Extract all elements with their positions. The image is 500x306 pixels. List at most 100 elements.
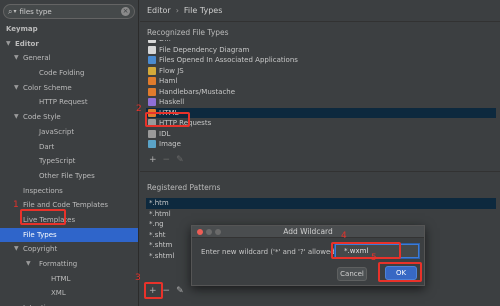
expand-arrow-icon[interactable]: ▼ [14,81,19,96]
tree-item-label: Editor [15,39,39,48]
tree-item-label: Code Folding [39,69,85,78]
file-type-label: Handlebars/Mustache [159,87,236,96]
annotation-box-add [144,282,163,299]
file-type-item[interactable]: HTML [146,107,496,118]
settings-search-field[interactable]: ⌕ ▾ files type × [3,4,135,19]
recognized-file-types-title: Recognized File Types [147,28,229,37]
tree-item-label: General [23,54,51,63]
tree-item-label: Keymap [6,25,38,33]
breadcrumb: Editor › File Types [140,0,500,22]
wildcard-label: Enter new wildcard ('*' and '?' allowed)… [201,248,340,256]
cancel-button[interactable]: Cancel [337,267,367,281]
tree-item[interactable]: Inspections [0,184,138,199]
close-window-icon[interactable] [197,229,203,235]
annotation-number: 4 [341,231,347,241]
tree-item-label: XML [51,289,66,298]
file-type-label: Flow JS [159,66,184,75]
file-type-label: Haskell [159,98,185,106]
file-type-label: Image [159,140,181,148]
tree-item-label: JavaScript [39,127,75,136]
tree-item[interactable]: TypeScript [0,154,138,169]
annotation-number: 5 [371,253,377,263]
tree-item-label: Intentions [23,301,58,306]
file-type-icon [148,140,156,149]
file-type-item[interactable]: IDL [146,129,496,140]
tree-item[interactable]: ▼ Color Scheme [0,81,138,96]
tree-item[interactable]: ▼ Copyright [0,242,138,257]
tree-item[interactable]: XML [0,286,138,301]
file-type-icon [148,56,156,65]
tree-item-label: File Types [23,230,57,239]
annotation-box-html [145,112,190,127]
tree-item[interactable]: Other File Types [0,169,138,184]
annotation-box-wildcard [331,242,401,259]
expand-arrow-icon[interactable]: ▼ [14,51,19,66]
file-type-item[interactable]: Haml [146,76,496,87]
tree-item[interactable]: ▼ Formatting [0,257,138,272]
breadcrumb-separator: › [175,6,179,15]
add-file-type-button[interactable]: + [149,155,157,165]
annotation-number: 2 [136,104,142,114]
breadcrumb-parent[interactable]: Editor [147,6,171,15]
annotation-number: 1 [13,200,19,210]
file-type-label: Haml [159,77,178,85]
tree-item[interactable]: Keymap [0,22,138,37]
tree-item-label: Code Style [23,113,61,122]
minimize-window-icon [206,229,212,235]
recognized-file-types-list[interactable]: DiffFile Dependency DiagramFiles Opened … [146,40,496,153]
file-type-icon [148,77,156,86]
tree-item[interactable]: Intentions [0,301,138,306]
search-dropdown-icon[interactable]: ▾ [13,8,16,15]
tree-item[interactable]: ▼ General [0,51,138,66]
tree-item-label: HTTP Request [39,98,88,107]
tree-item-label: Other File Types [39,171,95,180]
tree-item-label: HTML [51,274,71,283]
search-icon: ⌕ [8,6,13,16]
section-divider [140,171,500,172]
expand-arrow-icon[interactable]: ▼ [26,257,31,272]
tree-item-label: Dart [39,142,55,151]
file-type-icon [148,87,156,96]
expand-arrow-icon[interactable]: ▼ [14,110,19,125]
tree-item[interactable]: File Types [0,227,138,243]
file-type-icon [148,66,156,75]
file-type-icon [148,40,156,44]
window-controls [197,229,221,235]
tree-item[interactable]: ▼ Editor [0,37,138,52]
file-types-toolbar: + − ✎ [149,155,184,165]
tree-item[interactable]: HTML [0,272,138,287]
remove-pattern-button[interactable]: − [163,286,171,296]
clear-search-icon[interactable]: × [121,7,130,16]
tree-item[interactable]: JavaScript [0,125,138,140]
search-input[interactable]: files type [20,8,122,16]
registered-patterns-title: Registered Patterns [147,183,221,192]
annotation-box-file-types [20,209,66,225]
pattern-item[interactable]: *.htm [146,198,496,209]
expand-arrow-icon[interactable]: ▼ [6,37,11,52]
file-type-label: File Dependency Diagram [159,45,250,54]
file-type-item[interactable]: File Dependency Diagram [146,45,496,56]
expand-arrow-icon[interactable]: ▼ [14,242,19,257]
annotation-number: 3 [135,273,141,283]
remove-file-type-button[interactable]: − [163,155,171,165]
tree-item[interactable]: HTTP Request [0,95,138,110]
tree-item[interactable]: Code Folding [0,66,138,81]
tree-item[interactable]: ▼ Code Style [0,110,138,125]
file-type-item[interactable]: HTTP Requests [146,118,496,129]
tree-item[interactable]: Dart [0,140,138,155]
file-type-item[interactable]: Haskell [146,97,496,108]
annotation-box-ok [378,262,422,282]
settings-tree: Keymap ▼ Editor ▼ General Code Folding ▼ Color … [0,22,138,306]
file-type-label: Files Opened In Associated Applications [159,56,298,64]
tree-item-label: TypeScript [39,157,76,166]
file-type-icon [148,45,156,54]
file-type-item[interactable]: Flow JS [146,66,496,77]
pattern-item[interactable]: *.html [146,209,496,220]
edit-file-type-button[interactable]: ✎ [176,155,184,165]
zoom-window-icon [215,229,221,235]
file-type-item[interactable]: Handlebars/Mustache [146,87,496,98]
edit-pattern-button[interactable]: ✎ [176,286,184,296]
file-type-item[interactable]: Image [146,139,496,150]
file-type-item[interactable]: Files Opened In Associated Applications [146,55,496,66]
breadcrumb-current: File Types [183,6,223,15]
